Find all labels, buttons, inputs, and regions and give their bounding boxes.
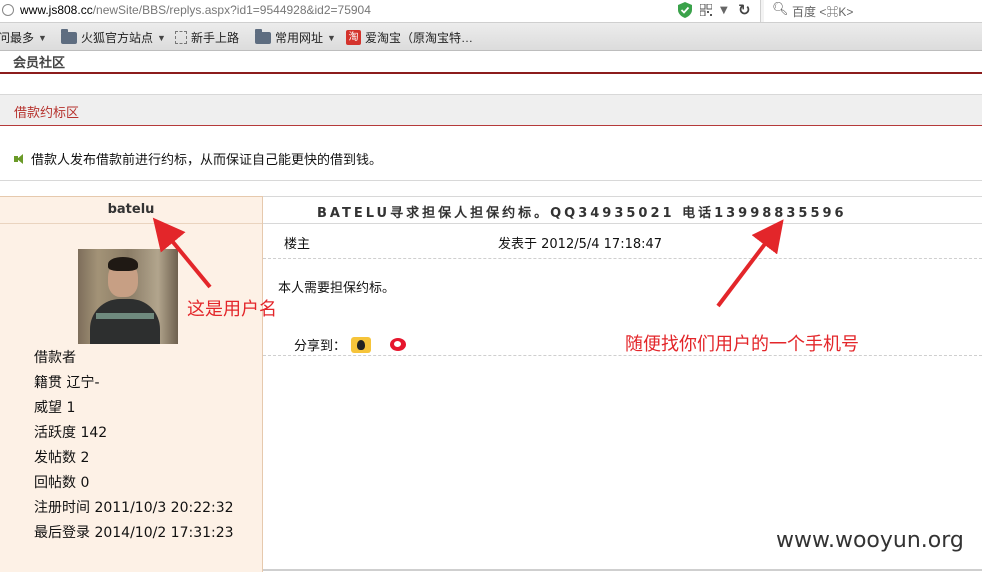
share-row: 分享到： <box>294 335 407 354</box>
post-timestamp: 发表于 2012/5/4 17:18:47 <box>498 237 663 252</box>
user-origin: 籍贯 辽宁- <box>34 375 100 391</box>
qq-share-icon[interactable] <box>351 336 372 353</box>
reload-icon[interactable]: ↻ <box>738 1 751 19</box>
floor-label: 楼主 <box>284 237 311 252</box>
user-prestige: 威望 1 <box>34 400 76 416</box>
address-text[interactable]: www.js808.cc/newSite/BBS/replys.aspx?id1… <box>20 3 371 17</box>
section-description: 借款人发布借款前进行约标，从而保证自己能更快的借到钱。 <box>14 149 382 168</box>
speaker-icon <box>14 153 27 165</box>
topic-title-bar: BATELU寻求担保人担保约标。QQ34935021 电话13998835596 <box>263 196 982 224</box>
bookmarks-bar: 问最多 ▼ 火狐官方站点 ▼ 新手上路 常用网址 ▼ 淘爱淘宝（原淘宝特… <box>0 23 982 51</box>
bookmark-taobao[interactable]: 淘爱淘宝（原淘宝特… <box>346 29 473 46</box>
user-role: 借款者 <box>34 350 76 366</box>
address-bar[interactable]: www.js808.cc/newSite/BBS/replys.aspx?id1… <box>0 0 761 22</box>
weibo-share-icon[interactable] <box>390 338 407 351</box>
bookmark-getting-started[interactable]: 新手上路 <box>175 29 239 46</box>
globe-icon <box>2 4 14 16</box>
search-input[interactable]: 🔍︎ 百度 <⌘K> <box>764 0 982 22</box>
divider <box>0 180 982 181</box>
folder-icon <box>61 28 77 44</box>
avatar <box>78 249 178 344</box>
arrow-to-phone <box>716 219 784 308</box>
phone-annotation: 随便找你们用户的一个手机号 <box>625 334 859 355</box>
topic-title: BATELU寻求担保人担保约标。QQ34935021 电话13998835596 <box>317 206 847 221</box>
user-activity: 活跃度 142 <box>34 425 108 441</box>
user-sidebar: batelu 借款者 籍贯 辽宁- 威望 1 活跃度 142 发帖数 2 回帖数… <box>0 196 263 572</box>
taobao-icon: 淘 <box>346 30 361 45</box>
divider <box>263 355 982 356</box>
page-icon <box>175 31 187 44</box>
username-link[interactable]: batelu <box>0 197 262 224</box>
search-icon: 🔍︎ <box>772 2 789 17</box>
chevron-down-icon: ▼ <box>327 32 336 43</box>
search-placeholder: 百度 <⌘K> <box>792 5 854 19</box>
chevron-down-icon: ▼ <box>157 32 166 43</box>
divider <box>263 258 982 259</box>
watermark: www.wooyun.org <box>776 528 964 553</box>
bookmark-common-sites[interactable]: 常用网址 ▼ <box>255 28 336 46</box>
post-content: 本人需要担保约标。 <box>278 281 396 296</box>
bookmark-most-visited[interactable]: 问最多 ▼ <box>0 29 47 46</box>
user-registered: 注册时间 2011/10/3 20:22:32 <box>34 500 234 516</box>
community-header: 会员社区 <box>0 51 982 74</box>
community-title[interactable]: 会员社区 <box>13 52 65 71</box>
browser-toolbar: www.js808.cc/newSite/BBS/replys.aspx?id1… <box>0 0 982 23</box>
username-annotation: 这是用户名 <box>187 299 277 320</box>
section-header: 借款约标区 <box>0 94 982 126</box>
folder-icon <box>255 28 271 44</box>
bookmark-firefox-site[interactable]: 火狐官方站点 ▼ <box>61 28 166 46</box>
shield-icon[interactable] <box>678 2 692 18</box>
user-last-login: 最后登录 2014/10/2 17:31:23 <box>34 525 234 541</box>
dropdown-icon[interactable]: ▼ <box>720 5 728 16</box>
qr-code-icon[interactable] <box>700 4 712 16</box>
user-replies: 回帖数 0 <box>34 475 90 491</box>
user-posts: 发帖数 2 <box>34 450 90 466</box>
section-title[interactable]: 借款约标区 <box>14 102 79 121</box>
chevron-down-icon: ▼ <box>38 32 47 43</box>
